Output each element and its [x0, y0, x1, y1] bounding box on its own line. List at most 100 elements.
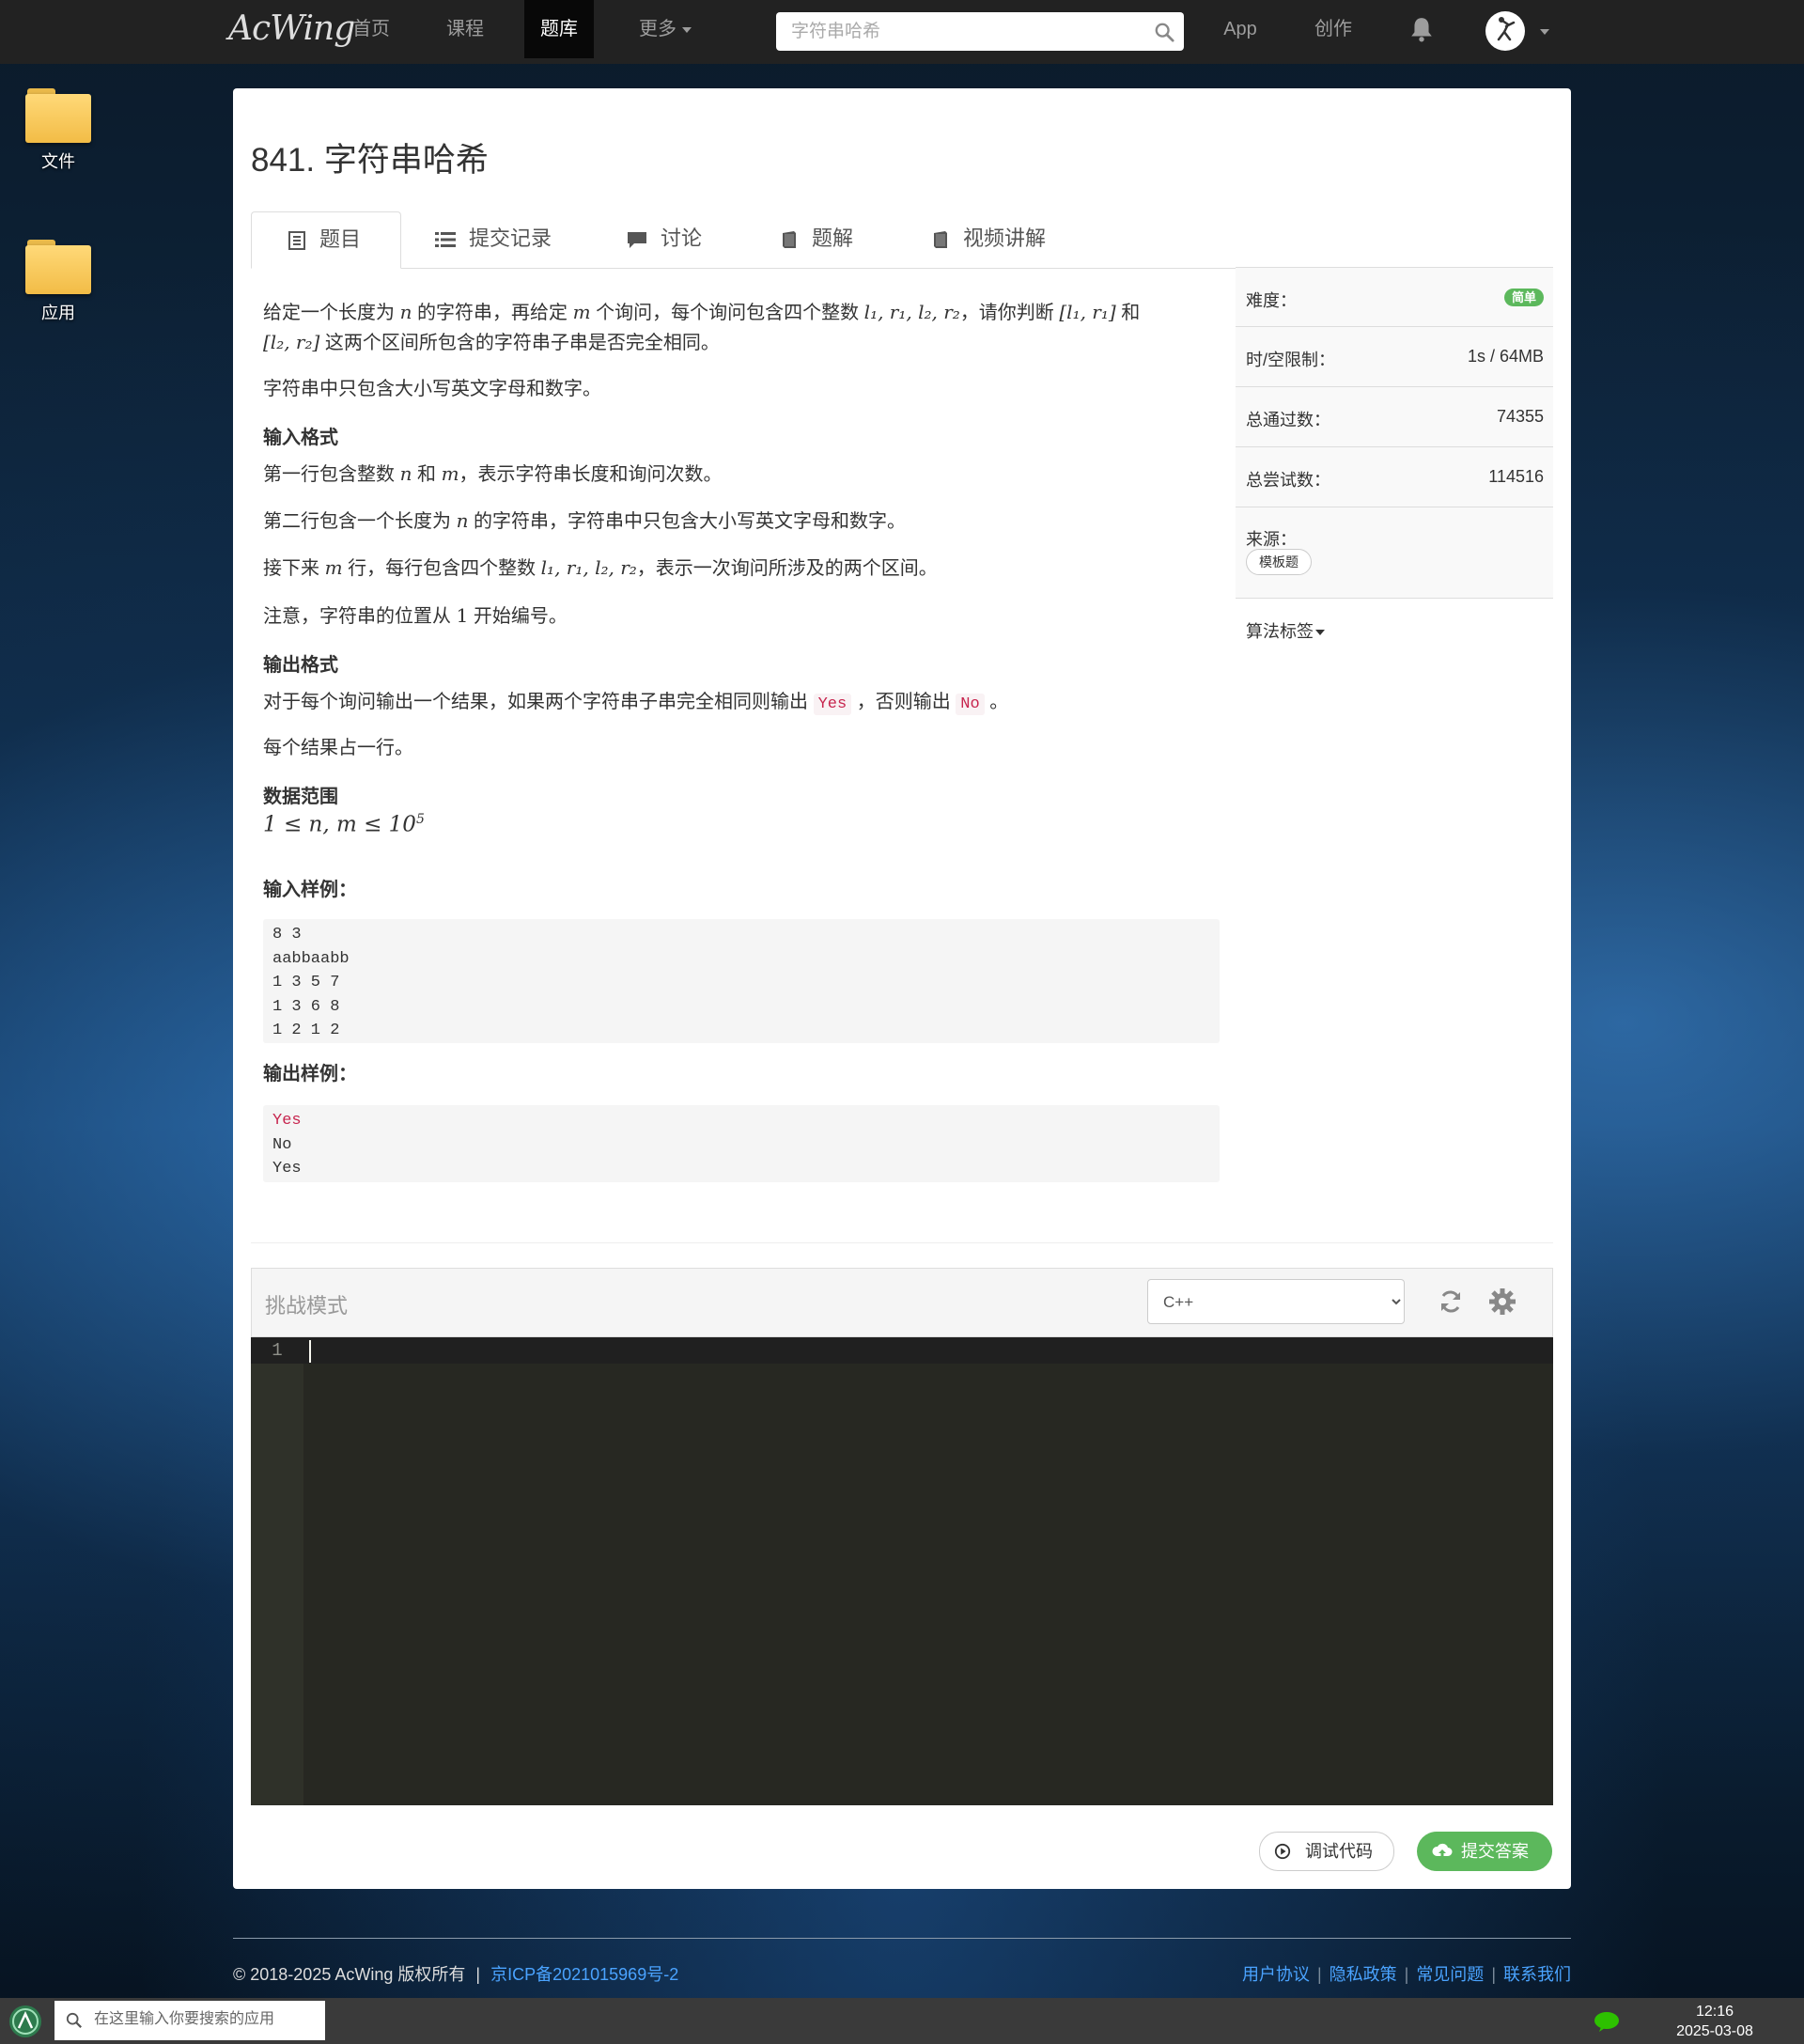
footer-link-privacy[interactable]: 隐私政策 [1330, 1965, 1397, 1984]
input-format-line1: 第一行包含整数 n 和 m，表示字符串长度和询问次数。 [263, 462, 723, 485]
nav-app[interactable]: App [1212, 0, 1268, 58]
os-taskbar: 12:16 2025-03-08 [0, 1998, 1804, 2044]
difficulty-badge: 简单 [1503, 289, 1544, 306]
input-format-line4: 注意，字符串的位置从 1 开始编号。 [263, 604, 568, 627]
tab-solutions[interactable]: 题解 [780, 211, 853, 266]
folder-icon [25, 88, 91, 143]
tab-discussion[interactable]: 讨论 [627, 211, 702, 266]
nav-courses[interactable]: 课程 [434, 0, 496, 58]
algo-tags-row[interactable]: 算法标签 [1236, 598, 1553, 659]
limit-row: 时/空限制： 1s / 64MB [1236, 326, 1553, 386]
tab-problem[interactable]: 题目 [251, 211, 401, 269]
tab-video[interactable]: 视频讲解 [931, 211, 1046, 266]
source-label: 来源： [1246, 530, 1297, 549]
footer-link-contact[interactable]: 联系我们 [1503, 1965, 1571, 1984]
code-line: 1 2 1 2 [272, 1022, 340, 1039]
tab-solutions-label: 题解 [812, 226, 854, 250]
code-line: Yes [272, 1112, 302, 1130]
clock-date: 2025-03-08 [1676, 2023, 1753, 2039]
search-icon [66, 2012, 82, 2028]
wechat-tray-icon[interactable] [1594, 2011, 1620, 2032]
divider [251, 1242, 1553, 1243]
code-editor[interactable]: 1 [251, 1337, 1553, 1805]
code-line: 1 3 5 7 [272, 974, 340, 991]
footer-divider [233, 1938, 1571, 1939]
code-line: 1 3 6 8 [272, 997, 340, 1016]
desktop-icon-label: 文件 [41, 152, 75, 171]
debug-code-button[interactable]: 调试代码 [1259, 1832, 1394, 1871]
search-input[interactable] [789, 12, 1131, 51]
desktop-icon-label: 应用 [41, 304, 75, 322]
clock-time: 12:16 [1695, 2004, 1734, 2020]
tab-problem-label: 题目 [319, 227, 362, 251]
document-icon [288, 231, 305, 251]
active-line [303, 1337, 1553, 1364]
source-row: 来源： 模板题 [1236, 507, 1553, 598]
tab-submissions-label: 提交记录 [469, 226, 552, 250]
output-format-line2: 每个结果占一行。 [263, 738, 413, 758]
tab-submissions[interactable]: 提交记录 [435, 211, 552, 266]
page-title: 841. 字符串哈希 [251, 142, 489, 179]
nav-problems[interactable]: 题库 [524, 0, 594, 58]
editor-gutter: 1 [251, 1337, 303, 1805]
text-cursor [309, 1340, 311, 1363]
desktop-icon-files[interactable]: 文件 [23, 88, 94, 173]
taskbar-clock[interactable]: 12:16 2025-03-08 [1665, 2002, 1765, 2041]
attempts-row: 总尝试数： 114516 [1236, 446, 1553, 507]
difficulty-row: 难度： 简单 [1236, 267, 1553, 326]
output-format-line1: 对于每个询问输出一个结果，如果两个字符串子串完全相同则输出 Yes ，否则输出 … [263, 692, 1009, 715]
play-circle-icon [1274, 1843, 1291, 1860]
chevron-down-icon [682, 26, 692, 33]
description-p2: 字符串中只包含大小写英文字母和数字。 [263, 379, 601, 399]
nav-more-label: 更多 [639, 19, 676, 39]
footer-link-terms[interactable]: 用户协议 [1242, 1965, 1310, 1984]
code-line: aabbaabb [272, 949, 350, 968]
footer-link-faq[interactable]: 常见问题 [1416, 1965, 1484, 1984]
folder-icon [25, 240, 91, 294]
cloud-upload-icon [1432, 1843, 1453, 1858]
source-tag[interactable]: 模板题 [1246, 549, 1312, 575]
difficulty-label: 难度： [1246, 291, 1297, 310]
tab-video-label: 视频讲解 [963, 226, 1047, 250]
submit-answer-button[interactable]: 提交答案 [1417, 1832, 1552, 1871]
taskbar-search [54, 2001, 325, 2040]
copyright-text: © 2018-2025 AcWing 版权所有 [233, 1965, 466, 1984]
problem-card: 841. 字符串哈希 题目 提交记录 讨论 题解 视频讲解 给定一个长度为 n … [233, 88, 1571, 1889]
sample-input-code: 8 3 aabbaabb 1 3 5 7 1 3 6 8 1 2 1 2 [263, 919, 1220, 1043]
desktop-icon-apps[interactable]: 应用 [23, 240, 94, 324]
icp-link[interactable]: 京ICP备2021015969号-2 [490, 1965, 678, 1984]
input-format-heading: 输入格式 [263, 428, 338, 448]
nav-home[interactable]: 首页 [340, 0, 402, 58]
problem-tabs: 题目 提交记录 讨论 题解 视频讲解 [251, 211, 1553, 269]
taskbar-search-input[interactable] [92, 2010, 321, 2029]
comment-icon [628, 232, 646, 249]
search-box [776, 12, 1184, 51]
algo-tags-label: 算法标签 [1246, 622, 1314, 641]
output-format-heading: 输出格式 [263, 655, 338, 676]
sample-input-heading: 输入样例： [263, 880, 357, 900]
gear-icon[interactable] [1488, 1287, 1516, 1316]
attempts-label: 总尝试数： [1246, 471, 1330, 490]
data-range-heading: 数据范围 [263, 787, 338, 807]
avatar-chevron-down-icon[interactable] [1540, 29, 1549, 35]
start-button[interactable] [9, 2005, 41, 2037]
nav-more[interactable]: 更多 [628, 0, 703, 58]
code-line: 8 3 [272, 926, 302, 944]
brand-logo[interactable]: AcWing [228, 9, 355, 48]
start-logo-icon [12, 2008, 39, 2035]
chevron-down-icon [1315, 630, 1325, 636]
top-navbar: AcWing 首页 课程 题库 更多 App 创作 [0, 0, 1804, 64]
language-select[interactable]: C++ [1147, 1279, 1405, 1324]
line-number: 1 [251, 1337, 303, 1364]
editor-toolbar: 挑战模式 C++ [251, 1268, 1553, 1337]
description-p1-line1: 给定一个长度为 n 的字符串，再给定 m 个询问，每个询问包含四个整数 l₁, … [263, 301, 1141, 323]
refresh-icon[interactable] [1437, 1287, 1465, 1316]
limit-label: 时/空限制： [1246, 351, 1336, 369]
search-icon[interactable] [1154, 22, 1174, 42]
input-format-line2: 第二行包含一个长度为 n 的字符串，字符串中只包含大小写英文字母和数字。 [263, 509, 907, 532]
avatar[interactable] [1485, 11, 1525, 51]
bell-icon[interactable] [1409, 16, 1434, 42]
nav-create[interactable]: 创作 [1302, 0, 1364, 58]
avatar-figure-icon [1497, 17, 1516, 41]
video-book-icon [934, 231, 947, 249]
